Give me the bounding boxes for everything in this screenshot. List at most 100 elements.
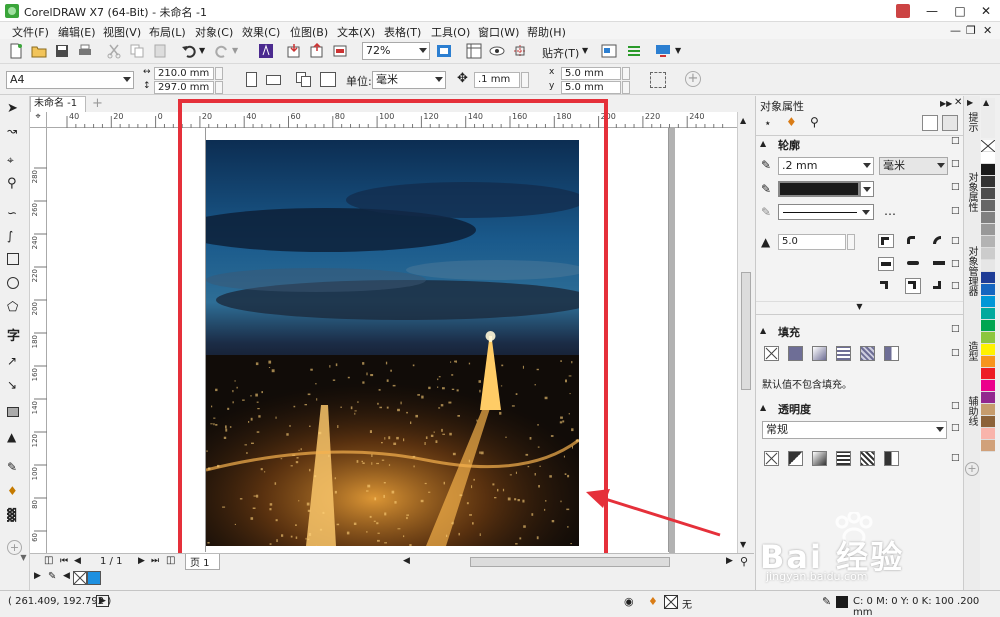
palette-swatch[interactable] [981,200,995,212]
tab-object-manager[interactable]: 对象管理器 [966,246,979,296]
all-pages-icon[interactable] [296,72,312,87]
fill-tab-icon[interactable]: ♦ [786,115,797,129]
new-document-icon[interactable] [8,43,24,59]
eyedropper-tool-icon[interactable]: ✎ [7,460,23,476]
page-height-field[interactable]: 297.0 mm [154,81,214,94]
page-frame-icon[interactable] [650,72,666,88]
round-corner-button[interactable] [905,234,921,248]
publish-pdf-icon[interactable] [332,43,348,59]
palette-swatch[interactable] [981,320,995,332]
palette-swatch[interactable] [981,188,995,200]
prev-page-icon[interactable]: ◀ [74,556,81,566]
minimize-button[interactable]: — [918,0,946,22]
pin-icon[interactable]: □ [951,259,960,269]
portrait-button[interactable] [246,72,257,87]
nudge-spinner[interactable] [521,72,529,88]
smart-fill-tool-icon[interactable]: ▓ [7,508,23,524]
snap-to-dropdown[interactable]: 贴齐(T) [542,45,579,61]
page-tab[interactable]: 页 1 [185,554,220,570]
interactive-fill-tool-icon[interactable]: ♦ [7,484,23,500]
vertical-scrollbar[interactable]: ▲ ▼ [737,112,754,553]
palette-swatch[interactable] [981,368,995,380]
miter-spinner[interactable] [847,234,855,250]
palette-swatch[interactable] [981,164,995,176]
search-content-icon[interactable] [258,43,274,59]
pick-tool-icon[interactable]: ➤ [7,101,23,117]
scroll-down-icon[interactable]: ▼ [740,540,746,549]
zoom-tool-icon[interactable]: ⚲ [7,176,23,192]
outline-color-swatch[interactable] [778,181,860,197]
outline-pin-icon[interactable]: □ [951,136,960,146]
uniform-fill-icon[interactable] [788,346,803,361]
pin-icon[interactable]: □ [951,281,960,291]
zoom-navigator-icon[interactable]: ⚲ [740,555,748,568]
palette-swatch[interactable] [981,236,995,248]
palette-eyedropper-icon[interactable]: ✎ [48,571,56,582]
no-transparency-icon[interactable] [764,451,779,466]
last-page-icon[interactable]: ⏭ [151,556,159,566]
palette-swatch[interactable] [981,332,995,344]
show-guidelines-icon[interactable] [512,43,528,59]
duplicate-y-spinner[interactable] [622,81,630,94]
ruler-origin-icon[interactable]: ⌖ [30,112,47,128]
menu-minimize-icon[interactable]: — [950,24,961,37]
scroll-left-icon[interactable]: ◀ [403,556,410,566]
add-page-after-icon[interactable]: ◫ [166,555,175,566]
palette-swatch[interactable] [981,404,995,416]
transparency-tab-icon[interactable]: ⚲ [810,115,819,129]
rectangle-tool-icon[interactable] [7,253,19,265]
color-proofing-icon[interactable]: ◉ [624,595,634,608]
palette-swatch[interactable] [981,224,995,236]
horizontal-scroll-thumb[interactable] [470,557,670,567]
width-spinner[interactable] [215,67,223,80]
outline-width-select[interactable]: .2 mm [778,157,874,175]
connector-tool-icon[interactable]: ↘ [7,378,23,394]
bitmap-transparency-icon[interactable] [884,451,899,466]
fountain-fill-icon[interactable] [812,346,827,361]
import-icon[interactable] [286,43,302,59]
full-screen-icon[interactable] [436,43,452,59]
duplicate-x-spinner[interactable] [622,67,630,80]
tab-guidelines[interactable]: 辅助线 [966,396,979,426]
document-tab[interactable]: 未命名 -1 [30,96,86,112]
add-icon[interactable]: + [685,71,701,87]
duplicate-y-field[interactable]: 5.0 mm [561,81,621,94]
miter-limit-field[interactable]: 5.0 [778,234,846,250]
show-grid-icon[interactable] [489,43,505,59]
palette-swatch[interactable] [981,296,995,308]
scroll-up-icon[interactable]: ▲ [740,116,746,125]
palette-swatch[interactable] [981,284,995,296]
panel-layout-icon[interactable] [922,115,938,131]
miter-corner-button[interactable] [878,234,894,248]
add-page-before-icon[interactable]: ◫ [44,555,53,566]
menu-tools[interactable]: 工具(O) [431,24,470,40]
uniform-transparency-icon[interactable] [788,451,803,466]
pin-icon[interactable]: □ [951,236,960,246]
palette-menu-icon[interactable]: ▲ [983,98,989,107]
application-launcher-icon[interactable] [626,43,642,59]
menu-close-icon[interactable]: ✕ [983,24,992,37]
pin-icon[interactable]: □ [951,206,960,216]
unit-select[interactable]: 毫米 [372,71,446,89]
palette-scroll-left-icon[interactable]: ◀ [63,571,70,581]
butt-cap-button[interactable] [878,257,894,271]
ellipse-tool-icon[interactable] [7,277,19,289]
crop-tool-icon[interactable]: ⌖ [7,153,23,169]
vertical-scroll-thumb[interactable] [741,272,751,390]
zoom-select[interactable]: 72% [362,42,430,60]
maximize-button[interactable]: □ [946,0,974,22]
save-icon[interactable] [54,43,70,59]
texture-fill-icon[interactable] [860,346,875,361]
pin-icon[interactable]: □ [951,159,960,169]
palette-swatch[interactable] [981,176,995,188]
palette-swatch[interactable] [981,416,995,428]
scroll-right-icon[interactable]: ▶ [726,556,733,566]
blue-swatch[interactable] [87,571,101,585]
open-icon[interactable] [31,43,47,59]
show-rulers-icon[interactable] [466,43,482,59]
undo-dropdown-icon[interactable]: ▼ [199,46,205,55]
nudge-field[interactable]: .1 mm [474,72,520,88]
current-page-icon[interactable] [320,72,336,87]
pin-icon[interactable]: □ [951,453,960,463]
menu-file[interactable]: 文件(F) [12,24,49,40]
